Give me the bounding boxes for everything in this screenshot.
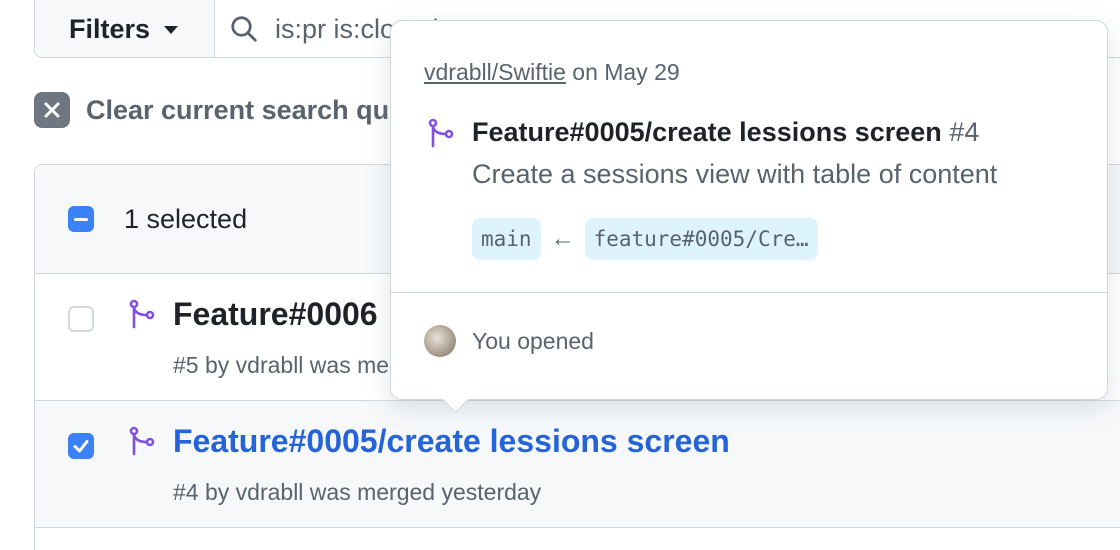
- row-checkbox[interactable]: [68, 433, 94, 459]
- selected-count: 1 selected: [124, 203, 248, 234]
- hovercard-description: Create a sessions view with table of con…: [472, 159, 998, 189]
- pr-meta: #4 by vdrabll was merged yesterday: [173, 479, 542, 505]
- hovercard-title[interactable]: Feature#0005/create lessions screen #4: [472, 117, 979, 148]
- hovercard-footer-text: You opened: [472, 327, 594, 354]
- avatar: [424, 325, 456, 357]
- select-all-checkbox[interactable]: [68, 206, 94, 232]
- base-branch: main: [472, 218, 541, 260]
- head-branch: feature#0005/Cre…: [584, 218, 818, 260]
- filters-label: Filters: [69, 13, 151, 44]
- merged-pr-icon: [129, 299, 155, 329]
- filters-button[interactable]: Filters: [35, 0, 215, 57]
- pr-hovercard: vdrabll/Swiftie on May 29 Feature#0005/c…: [390, 20, 1108, 400]
- search-icon: [231, 16, 257, 42]
- hovercard-repo-line: vdrabll/Swiftie on May 29: [424, 59, 680, 86]
- hovercard-footer: You opened: [424, 325, 594, 357]
- arrow-left-icon: ←: [550, 225, 575, 252]
- merged-pr-icon: [129, 426, 155, 456]
- close-icon: [34, 92, 70, 128]
- hovercard-title-text: Feature#0005/create lessions screen: [472, 117, 942, 147]
- merged-pr-icon: [428, 118, 454, 148]
- hovercard-date: on May 29: [565, 59, 680, 85]
- branch-info: main ← feature#0005/Cre…: [472, 218, 818, 260]
- row-checkbox[interactable]: [68, 306, 94, 332]
- pr-title-link[interactable]: Feature#0006: [173, 296, 378, 333]
- caret-down-icon: [164, 26, 179, 34]
- divider: [391, 292, 1107, 293]
- list-item: Feature#0005/create lessions screen #4 b…: [35, 401, 1120, 528]
- pr-title-link[interactable]: Feature#0005/create lessions screen: [173, 423, 730, 460]
- check-icon: [73, 440, 89, 453]
- hovercard-pr-number: #4: [949, 117, 980, 147]
- repo-link[interactable]: vdrabll/Swiftie: [424, 59, 566, 85]
